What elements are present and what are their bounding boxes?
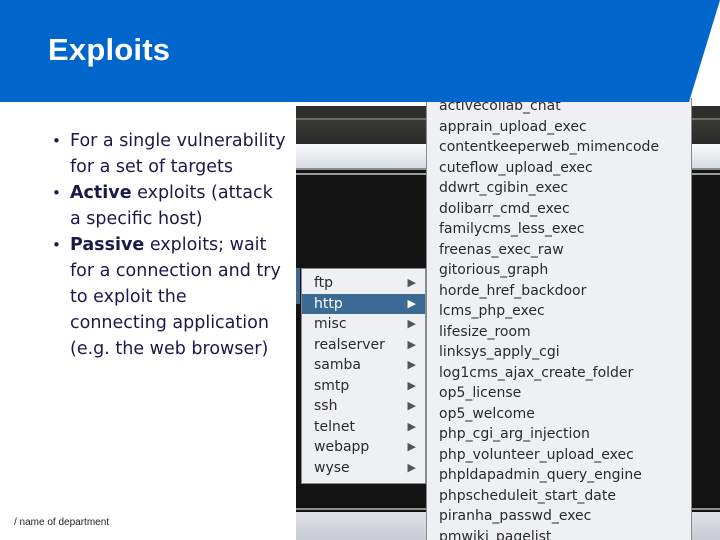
menu-item-label: ssh [314, 398, 338, 414]
exploit-menu-item[interactable]: piranha_passwd_exec [427, 506, 691, 527]
category-menu: ftp ▶ http ▶ misc ▶ realserver ▶ samba ▶ smtp… [301, 268, 426, 484]
menu-item-telnet[interactable]: telnet ▶ [302, 417, 425, 438]
menu-item-label: ftp [314, 275, 334, 291]
exploit-menu-item[interactable]: ddwrt_cgibin_exec [427, 178, 691, 199]
menu-item-label: http [314, 295, 343, 312]
exploit-menu-item[interactable]: pmwiki_pagelist [427, 527, 691, 540]
menu-item-label: wyse [314, 459, 350, 476]
exploit-menu-item[interactable]: gitorious_graph [427, 260, 691, 281]
menu-item-label: misc [314, 316, 347, 332]
exploit-menu-item[interactable]: phpscheduleit_start_date [427, 486, 691, 507]
menu-item-realserver[interactable]: realserver ▶ [302, 335, 425, 356]
exploit-menu-item[interactable]: linksys_apply_cgi [427, 342, 691, 363]
exploit-menu-item[interactable]: log1cms_ajax_create_folder [427, 363, 691, 384]
exploit-menu-item[interactable]: php_volunteer_upload_exec [427, 445, 691, 466]
parent-menu-highlight [296, 268, 300, 304]
menu-item-misc[interactable]: misc ▶ [302, 314, 425, 335]
bullet-item: • Passive exploits; wait for a connectio… [48, 232, 288, 362]
submenu-arrow-icon: ▶ [407, 296, 416, 310]
menu-item-samba[interactable]: samba ▶ [302, 355, 425, 376]
submenu-arrow-icon: ▶ [407, 358, 416, 371]
exploit-menu-item[interactable]: freenas_exec_raw [427, 240, 691, 261]
exploit-menu-item[interactable]: dolibarr_cmd_exec [427, 199, 691, 220]
menu-item-webapp[interactable]: webapp ▶ [302, 437, 425, 458]
submenu-arrow-icon: ▶ [407, 419, 416, 433]
menu-item-wyse[interactable]: wyse ▶ [302, 458, 425, 479]
footer-department: / name of department [14, 517, 110, 528]
submenu-arrow-icon: ▶ [407, 399, 416, 412]
bullet-item: • For a single vulnerability for a set o… [48, 128, 288, 180]
menu-item-ssh[interactable]: ssh ▶ [302, 396, 425, 417]
exploit-menu-item[interactable]: contentkeeperweb_mimencode [427, 137, 691, 158]
exploit-menu-item[interactable]: php_cgi_arg_injection [427, 424, 691, 445]
submenu-arrow-icon: ▶ [407, 460, 416, 474]
menu-item-label: smtp [314, 377, 350, 394]
bullet-icon: • [52, 236, 61, 254]
exploit-submenu: activecollab_chat apprain_upload_exec co… [426, 98, 692, 540]
submenu-arrow-icon: ▶ [407, 440, 416, 453]
exploit-menu-item[interactable]: op5_welcome [427, 404, 691, 425]
exploit-menu-item[interactable]: lcms_php_exec [427, 301, 691, 322]
bullet-item: • Active exploits (attack a specific hos… [48, 180, 288, 232]
menu-item-label: realserver [314, 336, 385, 353]
bullet-icon: • [52, 132, 61, 150]
slide-title: Exploits [48, 32, 171, 67]
menu-item-http[interactable]: http ▶ [302, 293, 425, 314]
bullet-icon: • [52, 184, 61, 202]
submenu-arrow-icon: ▶ [407, 317, 416, 330]
exploit-menu-item[interactable]: lifesize_room [427, 322, 691, 343]
menu-item-label: telnet [314, 418, 355, 435]
bullet-text: For a single vulnerability for a set of … [70, 131, 286, 177]
bullet-list: • For a single vulnerability for a set o… [48, 128, 288, 362]
bullet-bold: Active [70, 183, 132, 203]
exploit-menu-item[interactable]: cuteflow_upload_exec [427, 158, 691, 179]
menu-item-smtp[interactable]: smtp ▶ [302, 376, 425, 397]
exploit-menu-item[interactable]: apprain_upload_exec [427, 117, 691, 138]
menu-item-label: webapp [314, 439, 370, 455]
submenu-arrow-icon: ▶ [407, 276, 416, 289]
exploit-menu-item[interactable]: familycms_less_exec [427, 219, 691, 240]
bullet-bold: Passive [70, 235, 145, 255]
menu-item-label: samba [314, 357, 361, 373]
exploit-menu-item[interactable]: phpldapadmin_query_engine [427, 465, 691, 486]
submenu-arrow-icon: ▶ [407, 337, 416, 351]
submenu-arrow-icon: ▶ [407, 378, 416, 392]
exploit-menu-item[interactable]: horde_href_backdoor [427, 281, 691, 302]
exploit-menu-item[interactable]: op5_license [427, 383, 691, 404]
menu-item-ftp[interactable]: ftp ▶ [302, 273, 425, 294]
